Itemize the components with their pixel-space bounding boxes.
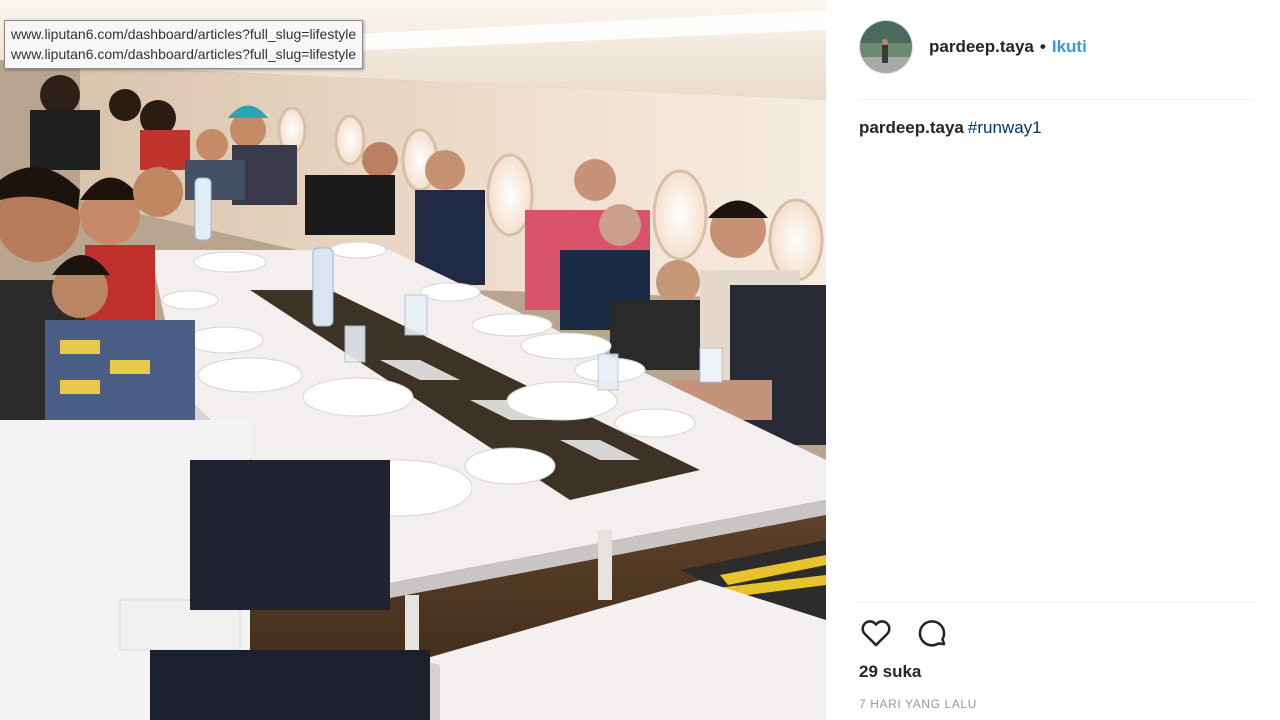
likes-count[interactable]: 29 suka bbox=[859, 662, 921, 682]
comment-button[interactable] bbox=[915, 616, 949, 650]
avatar[interactable] bbox=[859, 20, 913, 74]
separator-dot: • bbox=[1039, 37, 1046, 56]
header-divider bbox=[859, 99, 1253, 100]
post-details-panel: pardeep.taya • Ikuti pardeep.taya #runway… bbox=[826, 0, 1280, 720]
post-header: pardeep.taya • Ikuti bbox=[859, 19, 1087, 75]
post-caption: pardeep.taya #runway1 bbox=[859, 118, 1042, 138]
tooltip-line-1: www.liputan6.com/dashboard/articles?full… bbox=[11, 26, 357, 42]
comment-bubble-icon bbox=[918, 620, 946, 647]
like-button[interactable] bbox=[859, 616, 893, 650]
tooltip-line-2: www.liputan6.com/dashboard/articles?full… bbox=[11, 46, 357, 62]
follow-button[interactable]: Ikuti bbox=[1052, 37, 1087, 57]
post-photo[interactable]: www.liputan6.com/dashboard/articles?full… bbox=[0, 0, 826, 720]
post-actions bbox=[859, 616, 971, 650]
heart-icon bbox=[861, 620, 891, 647]
hashtag-link[interactable]: #runway1 bbox=[968, 118, 1042, 137]
url-tooltip: www.liputan6.com/dashboard/articles?full… bbox=[4, 20, 364, 69]
photo-illustration bbox=[0, 0, 826, 720]
post-timestamp: 7 HARI YANG LALU bbox=[859, 697, 977, 711]
caption-username-link[interactable]: pardeep.taya bbox=[859, 118, 964, 137]
actions-divider bbox=[859, 602, 1253, 603]
avatar-image bbox=[860, 21, 912, 73]
header-text: pardeep.taya • Ikuti bbox=[929, 37, 1087, 57]
username-link[interactable]: pardeep.taya bbox=[929, 37, 1034, 57]
